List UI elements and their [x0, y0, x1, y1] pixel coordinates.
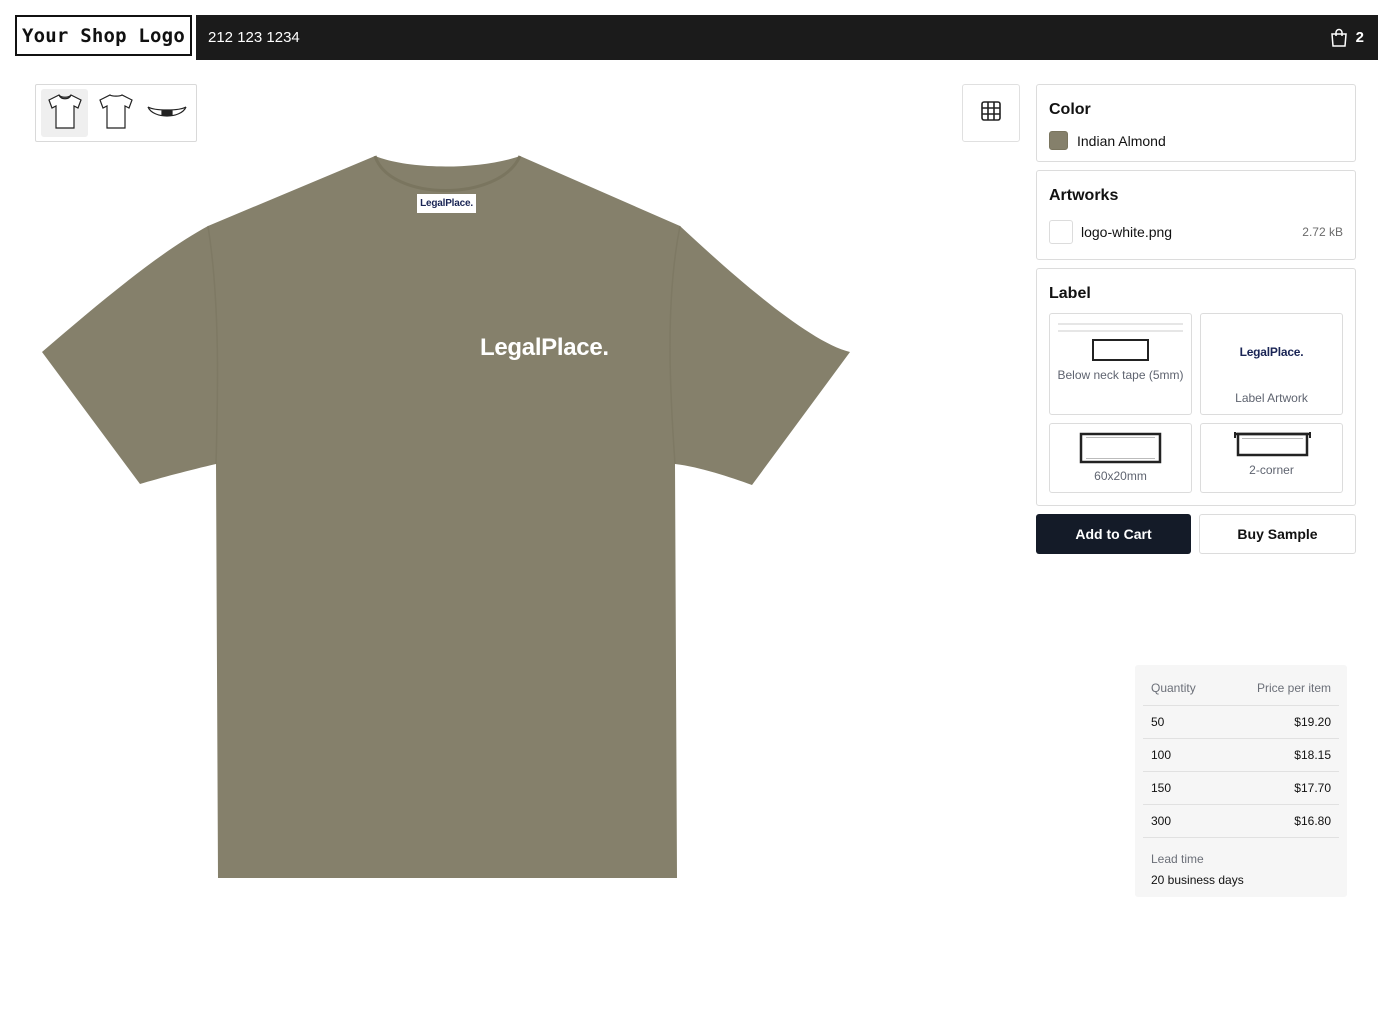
price-cell: $16.80 [1294, 814, 1331, 828]
shopping-bag-icon [1330, 28, 1348, 47]
lead-time-value: 20 business days [1151, 873, 1244, 887]
label-option-caption: Below neck tape (5mm) [1057, 368, 1184, 382]
label-60x20-icon [1079, 432, 1162, 464]
label-options: Below neck tape (5mm) LegalPlace. Label … [1049, 313, 1343, 493]
grid-button[interactable] [962, 84, 1020, 142]
grid-icon [981, 100, 1001, 126]
quantity-cell: 300 [1151, 814, 1172, 828]
table-row: 150 $17.70 [1143, 772, 1339, 805]
price-column-header: Price per item [1256, 681, 1331, 695]
below-neck-tape-icon [1058, 323, 1183, 361]
view-back-button[interactable] [92, 89, 139, 137]
price-cell: $19.20 [1294, 715, 1331, 729]
label-option-label-artwork[interactable]: LegalPlace. Label Artwork [1200, 313, 1343, 415]
price-cell: $18.15 [1294, 748, 1331, 762]
tshirt-image [42, 155, 850, 878]
color-name: Indian Almond [1077, 132, 1166, 149]
cart-button[interactable]: 2 [1330, 28, 1366, 47]
chest-print: LegalPlace. [480, 334, 609, 361]
shop-logo[interactable]: Your Shop Logo [15, 15, 192, 56]
table-row: 100 $18.15 [1143, 739, 1339, 772]
color-heading: Color [1049, 101, 1091, 118]
neck-label-icon [145, 91, 189, 136]
quantity-cell: 100 [1151, 748, 1172, 762]
label-option-caption: Label Artwork [1235, 391, 1308, 405]
lead-time-label: Lead time [1151, 852, 1204, 866]
label-option-caption: 2-corner [1249, 463, 1294, 477]
artwork-filename: logo-white.png [1081, 224, 1173, 240]
view-neck-label-button[interactable] [144, 89, 191, 137]
label-option-below-neck-tape[interactable]: Below neck tape (5mm) [1049, 313, 1192, 415]
artworks-panel: Artworks logo-white.png 2.72 kB [1036, 170, 1356, 260]
quantity-cell: 150 [1151, 781, 1172, 795]
label-artwork-preview: LegalPlace. [1239, 345, 1304, 359]
artwork-filesize: 2.72 kB [1302, 225, 1343, 239]
view-front-button[interactable] [41, 89, 89, 137]
artwork-thumbnail [1049, 220, 1073, 244]
tshirt-front-icon [45, 91, 85, 136]
quantity-cell: 50 [1151, 715, 1165, 729]
label-heading: Label [1049, 285, 1091, 302]
price-cell: $17.70 [1294, 781, 1331, 795]
top-bar: 212 123 1234 2 [196, 15, 1378, 60]
label-option-2-corner[interactable]: 2-corner [1200, 423, 1343, 493]
label-2-corner-icon [1234, 432, 1311, 457]
artworks-heading: Artworks [1049, 187, 1119, 204]
lead-time: Lead time 20 business days [1143, 838, 1339, 887]
view-switcher [35, 84, 197, 142]
color-panel: Color Indian Almond [1036, 84, 1356, 162]
neck-label-preview: LegalPlace. [417, 194, 476, 213]
label-option-caption: 60x20mm [1094, 469, 1147, 483]
artwork-item[interactable]: logo-white.png 2.72 kB [1049, 220, 1343, 244]
color-swatch [1049, 131, 1068, 150]
color-selector[interactable]: Indian Almond [1049, 131, 1343, 150]
pricing-table: Quantity Price per item 50 $19.20 100 $1… [1135, 665, 1347, 897]
quantity-column-header: Quantity [1151, 681, 1196, 695]
table-row: 50 $19.20 [1143, 706, 1339, 739]
label-option-60x20mm[interactable]: 60x20mm [1049, 423, 1192, 493]
add-to-cart-button[interactable]: Add to Cart [1036, 514, 1191, 554]
label-panel: Label Below neck tape (5mm) LegalPlace. … [1036, 268, 1356, 506]
phone-number[interactable]: 212 123 1234 [208, 29, 300, 46]
buy-sample-button[interactable]: Buy Sample [1199, 514, 1356, 554]
cart-count: 2 [1355, 29, 1364, 46]
tshirt-back-icon [96, 91, 136, 136]
pricing-header: Quantity Price per item [1143, 665, 1339, 706]
product-preview[interactable]: LegalPlace. LegalPlace. [40, 152, 852, 882]
table-row: 300 $16.80 [1143, 805, 1339, 838]
